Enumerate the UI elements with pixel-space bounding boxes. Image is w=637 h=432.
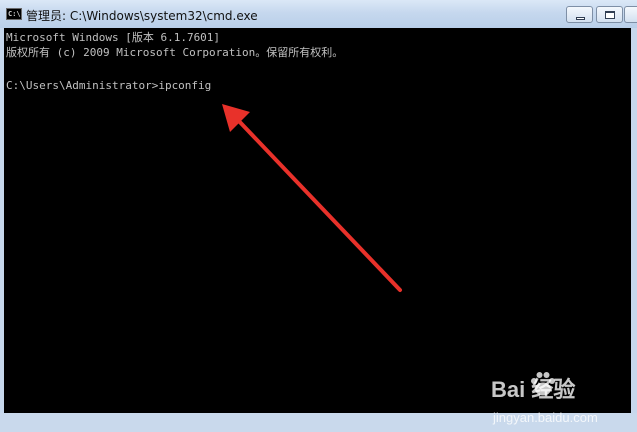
window-frame-right: [631, 28, 637, 413]
watermark-brand: Bai 经验: [491, 377, 576, 402]
cmd-icon[interactable]: C:\: [6, 8, 22, 20]
minimize-icon: [576, 17, 585, 20]
minimize-button[interactable]: [566, 6, 593, 23]
arrow-shaft: [234, 116, 402, 292]
baidu-jingyan-watermark: Bai 经验 jingyan.baidu.com: [489, 368, 629, 432]
maximize-icon: [605, 11, 615, 19]
maximize-button[interactable]: [596, 6, 623, 23]
title-bar[interactable]: C:\ 管理员: C:\Windows\system32\cmd.exe: [0, 0, 637, 29]
window-title: 管理员: C:\Windows\system32\cmd.exe: [26, 9, 258, 23]
red-arrow-annotation: [222, 104, 402, 292]
close-button[interactable]: [624, 6, 637, 23]
console-area[interactable]: Microsoft Windows [版本 6.1.7601] 版权所有 (c)…: [4, 28, 631, 425]
watermark-url: jingyan.baidu.com: [493, 410, 598, 425]
